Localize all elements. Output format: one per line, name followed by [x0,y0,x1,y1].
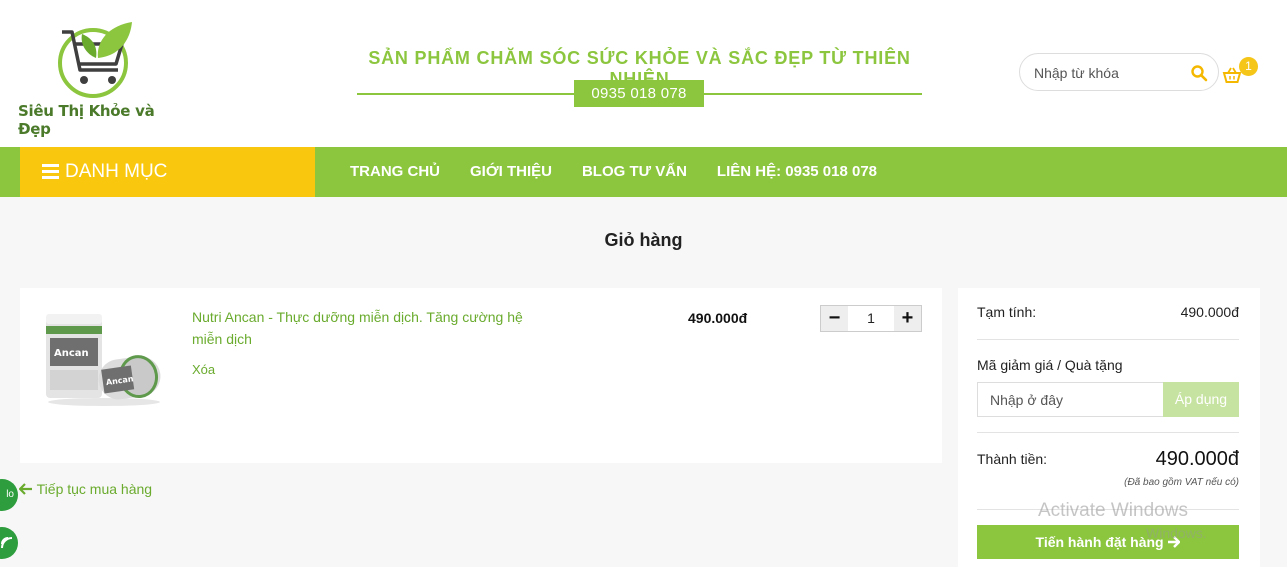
remove-item-link[interactable]: Xóa [192,362,215,377]
quantity-stepper: − 1 + [820,305,922,332]
continue-shopping-link[interactable]: Tiếp tục mua hàng [18,481,153,497]
category-menu-button[interactable]: DANH MỤC [20,147,315,197]
product-price: 490.000đ [688,310,748,326]
cart-count-badge: 1 [1239,57,1258,76]
header-phone[interactable]: 0935 018 078 [574,80,704,107]
total-label: Thành tiền: [977,451,1048,467]
apply-coupon-button[interactable]: Áp dụng [1163,382,1239,417]
arrow-left-icon [18,483,32,495]
nav-link-home[interactable]: TRANG CHỦ [335,147,455,197]
activate-windows-watermark: Activate Windows [1038,500,1188,521]
nav-link-contact[interactable]: LIÊN HỆ: 0935 018 078 [702,147,892,197]
hamburger-icon [42,164,59,180]
summary-divider [977,339,1239,340]
search-icon[interactable] [1190,64,1208,82]
site-logo[interactable]: Siêu Thị Khỏe và Đẹp [18,18,178,138]
site-header: Siêu Thị Khỏe và Đẹp SẢN PHẨM CHĂM SÓC S… [0,0,1287,147]
main-nav: DANH MỤC TRANG CHỦ GIỚI THIỆU BLOG TƯ VẤ… [0,147,1287,197]
logo-cart-icon [58,22,132,98]
subtotal-label: Tạm tính: [977,304,1037,320]
summary-divider [977,432,1239,433]
subtotal-value: 490.000đ [1180,304,1239,320]
nav-link-about[interactable]: GIỚI THIỆU [455,147,567,197]
category-menu-label: DANH MỤC [65,161,168,182]
call-button[interactable] [0,527,18,559]
increase-quantity-button[interactable]: + [894,306,921,331]
quantity-value[interactable]: 1 [848,306,894,331]
nav-link-blog[interactable]: BLOG TƯ VẤN [567,147,702,197]
product-name-link[interactable]: Nutri Ancan - Thực dưỡng miễn dịch. Tăng… [192,306,532,350]
order-summary: Tạm tính: 490.000đ Mã giảm giá / Quà tặn… [958,288,1260,567]
svg-text:Ancan: Ancan [54,348,89,359]
cart-items-panel: Ancan Ancan Nutri Ancan - Thực dưỡng miễ… [20,288,942,463]
total-value: 490.000đ [1155,448,1239,470]
cart-button[interactable]: 1 [1222,57,1262,90]
activate-windows-subtext: Windows. [1146,525,1207,541]
product-image[interactable]: Ancan Ancan [42,306,162,406]
coupon-label: Mã giảm giá / Quà tặng [977,357,1123,373]
logo-text: Siêu Thị Khỏe và Đẹp [18,102,155,138]
checkout-label: Tiến hành đặt hàng [1035,534,1164,550]
search-input[interactable] [1034,63,1184,83]
vat-note: (Đã bao gồm VAT nếu có) [1124,477,1239,488]
zalo-chat-button[interactable]: lo [0,479,18,511]
continue-shopping-label: Tiếp tục mua hàng [36,481,153,497]
coupon-input[interactable] [977,382,1163,417]
decrease-quantity-button[interactable]: − [821,306,848,331]
phone-wave-icon [1,537,13,549]
search-box [1019,53,1219,91]
page-title: Giỏ hàng [604,230,683,250]
nav-links: TRANG CHỦ GIỚI THIỆU BLOG TƯ VẤN LIÊN HỆ… [335,147,892,197]
product-jar-image: Ancan Ancan [46,314,161,406]
zalo-icon: lo [6,489,14,500]
